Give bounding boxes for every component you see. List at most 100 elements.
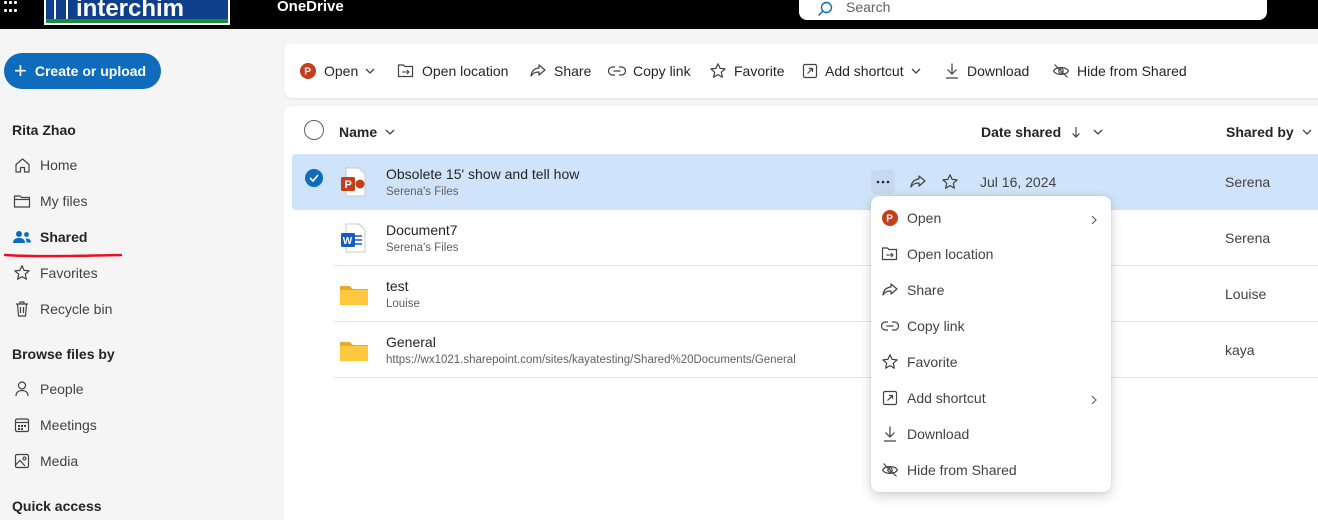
shared-by[interactable]: Serena <box>1225 174 1270 190</box>
search-box[interactable]: Search <box>799 0 1267 20</box>
word-file-icon: W <box>341 223 366 253</box>
star-icon <box>709 62 727 80</box>
date-shared: Jul 16, 2024 <box>980 174 1057 190</box>
chevron-down-icon <box>365 68 375 74</box>
chevron-down-icon <box>1302 129 1312 135</box>
column-header-shared-by[interactable]: Shared by <box>1226 124 1312 140</box>
user-name: Rita Zhao <box>12 122 76 138</box>
sort-descending-icon <box>1071 126 1081 138</box>
share-icon <box>881 281 899 299</box>
svg-text:P: P <box>304 67 311 78</box>
powerpoint-icon: P <box>299 62 317 80</box>
folder-icon <box>340 286 368 305</box>
more-options-button[interactable] <box>871 170 895 194</box>
folder-icon <box>12 191 32 211</box>
command-bar: P Open Open location Share Copy link Fav… <box>284 44 1318 98</box>
chevron-down-icon <box>385 129 395 135</box>
calendar-icon <box>12 415 32 435</box>
file-location: Serena's Files <box>386 242 459 254</box>
file-list: Name Date shared Shared by P Obsolete 15… <box>284 106 1318 520</box>
shared-by[interactable]: Serena <box>1225 230 1270 246</box>
app-launcher-icon[interactable] <box>4 0 20 14</box>
chevron-right-icon <box>1091 392 1097 408</box>
menu-item-open-location[interactable]: Open location <box>871 236 1111 272</box>
add-shortcut-icon <box>881 389 899 407</box>
people-icon <box>12 227 32 247</box>
download-icon <box>881 425 899 443</box>
file-location: https://wx1021.sharepoint.com/sites/kaya… <box>386 354 796 366</box>
file-location: Louise <box>386 298 420 310</box>
svg-text:W: W <box>343 236 353 247</box>
share-button[interactable]: Share <box>529 61 591 81</box>
menu-item-favorite[interactable]: Favorite <box>871 344 1111 380</box>
company-logo[interactable]: interchim <box>44 0 230 25</box>
trash-icon <box>12 299 32 319</box>
annotation-underline <box>4 253 122 258</box>
copy-link-button[interactable]: Copy link <box>608 61 691 81</box>
chevron-right-icon <box>1091 212 1097 228</box>
table-row[interactable]: General https://wx1021.sharepoint.com/si… <box>334 322 1318 378</box>
open-location-icon <box>397 63 415 79</box>
sidebar-item-meetings[interactable]: Meetings <box>12 413 97 437</box>
menu-item-download[interactable]: Download <box>871 416 1111 452</box>
sidebar-item-home[interactable]: Home <box>12 153 77 177</box>
context-menu: P Open Open location Share Copy link Fav… <box>871 196 1111 492</box>
favorite-button[interactable]: Favorite <box>709 61 785 81</box>
column-header-name[interactable]: Name <box>339 124 395 140</box>
add-shortcut-button[interactable]: Add shortcut <box>802 61 921 81</box>
open-location-icon <box>881 245 899 263</box>
hide-from-shared-button[interactable]: Hide from Shared <box>1052 61 1187 81</box>
file-location: Serena's Files <box>386 186 459 198</box>
file-name[interactable]: Document7 <box>386 222 458 238</box>
powerpoint-file-icon: P <box>341 167 366 197</box>
chevron-down-icon <box>1093 129 1103 135</box>
shared-by[interactable]: Louise <box>1225 286 1266 302</box>
home-icon <box>12 155 32 175</box>
link-icon <box>881 317 899 335</box>
sidebar-item-media[interactable]: Media <box>12 449 78 473</box>
menu-item-hide-from-shared[interactable]: Hide from Shared <box>871 452 1111 488</box>
menu-item-share[interactable]: Share <box>871 272 1111 308</box>
create-or-upload-button[interactable]: + Create or upload <box>4 53 161 89</box>
app-name[interactable]: OneDrive <box>277 0 344 14</box>
column-header-date-shared[interactable]: Date shared <box>981 124 1103 140</box>
eye-off-icon <box>1052 63 1070 79</box>
share-icon[interactable] <box>906 170 930 194</box>
table-row[interactable]: W Document7 Serena's Files Serena <box>334 210 1318 266</box>
search-placeholder: Search <box>846 0 891 15</box>
menu-item-copy-link[interactable]: Copy link <box>871 308 1111 344</box>
sidebar-item-shared[interactable]: Shared <box>12 225 87 249</box>
powerpoint-icon: P <box>881 209 899 227</box>
open-button[interactable]: P Open <box>299 61 375 81</box>
sidebar-item-recycle-bin[interactable]: Recycle bin <box>12 297 112 321</box>
top-bar: interchim OneDrive Search <box>0 0 1318 29</box>
file-name[interactable]: General <box>386 334 436 350</box>
menu-item-open[interactable]: P Open <box>871 200 1111 236</box>
table-row[interactable]: test Louise Louise <box>334 266 1318 322</box>
sidebar-item-favorites[interactable]: Favorites <box>12 261 98 285</box>
folder-icon <box>340 342 368 361</box>
menu-item-add-shortcut[interactable]: Add shortcut <box>871 380 1111 416</box>
search-icon <box>818 1 833 16</box>
svg-text:P: P <box>345 179 352 191</box>
plus-icon: + <box>14 58 27 83</box>
file-name[interactable]: test <box>386 278 409 294</box>
browse-files-heading: Browse files by <box>12 346 115 362</box>
star-icon <box>12 263 32 283</box>
file-name[interactable]: Obsolete 15' show and tell how <box>386 166 579 182</box>
table-row[interactable]: P Obsolete 15' show and tell how Serena'… <box>292 154 1318 210</box>
quick-access-heading: Quick access <box>12 498 102 514</box>
sidebar-item-people[interactable]: People <box>12 377 84 401</box>
link-icon <box>608 65 626 77</box>
share-icon <box>529 63 547 79</box>
download-icon <box>944 62 960 80</box>
star-icon[interactable] <box>938 170 962 194</box>
select-all-checkbox[interactable] <box>304 120 324 140</box>
open-location-button[interactable]: Open location <box>397 61 508 81</box>
eye-off-icon <box>881 461 899 479</box>
image-icon <box>12 451 32 471</box>
row-checkbox-checked[interactable] <box>305 169 323 187</box>
download-button[interactable]: Download <box>944 61 1029 81</box>
shared-by[interactable]: kaya <box>1225 342 1255 358</box>
sidebar-item-my-files[interactable]: My files <box>12 189 87 213</box>
